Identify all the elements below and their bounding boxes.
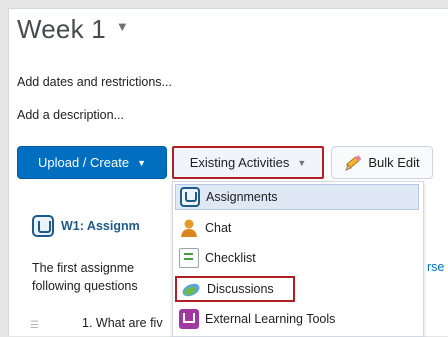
topic-row[interactable]: W1: Assignm	[32, 215, 140, 237]
chat-icon	[179, 218, 199, 238]
bulk-edit-button[interactable]: Bulk Edit	[331, 146, 433, 179]
topic-text-line2: following questions	[32, 279, 138, 293]
menu-item-chat[interactable]: Chat	[175, 215, 231, 241]
menu-item-label: Checklist	[205, 251, 256, 265]
add-description-link[interactable]: Add a description...	[17, 108, 124, 122]
week-title-row[interactable]: Week 1 ▼	[17, 14, 129, 45]
topic-question: 1. What are fiv	[82, 316, 163, 330]
menu-item-assignments[interactable]: Assignments	[175, 184, 419, 210]
menu-item-label: Assignments	[206, 190, 278, 204]
upload-create-label: Upload / Create	[38, 155, 130, 170]
external-tools-icon	[179, 309, 199, 329]
caret-down-icon: ▼	[297, 157, 307, 168]
caret-down-icon[interactable]: ▼	[116, 19, 129, 34]
menu-item-label: Chat	[205, 221, 232, 235]
menu-item-external-tools[interactable]: External Learning Tools	[175, 306, 335, 332]
drag-handle-icon[interactable]: ☰	[30, 320, 40, 331]
existing-activities-label: Existing Activities	[189, 155, 290, 170]
assignment-icon	[32, 215, 54, 237]
topic-title[interactable]: W1: Assignm	[61, 219, 140, 233]
menu-item-checklist[interactable]: Checklist	[175, 245, 256, 271]
pencil-icon	[344, 154, 362, 171]
existing-activities-button[interactable]: Existing Activities ▼	[172, 146, 324, 179]
existing-activities-menu: Assignments Chat Checklist Discussions E…	[172, 181, 424, 337]
upload-create-button[interactable]: Upload / Create ▼	[17, 146, 167, 179]
caret-down-icon: ▼	[137, 157, 146, 168]
assignment-icon	[180, 187, 200, 207]
week-title: Week 1	[17, 14, 106, 44]
menu-item-label: External Learning Tools	[205, 312, 336, 326]
add-dates-link[interactable]: Add dates and restrictions...	[17, 75, 172, 89]
topic-link-fragment[interactable]: rse	[427, 260, 444, 274]
bulk-edit-label: Bulk Edit	[368, 155, 420, 170]
checklist-icon	[179, 248, 199, 268]
menu-item-label: Discussions	[207, 282, 274, 296]
menu-item-discussions[interactable]: Discussions	[175, 276, 295, 302]
topic-text-line1: The first assignme	[32, 261, 135, 275]
discussions-icon	[181, 279, 201, 299]
